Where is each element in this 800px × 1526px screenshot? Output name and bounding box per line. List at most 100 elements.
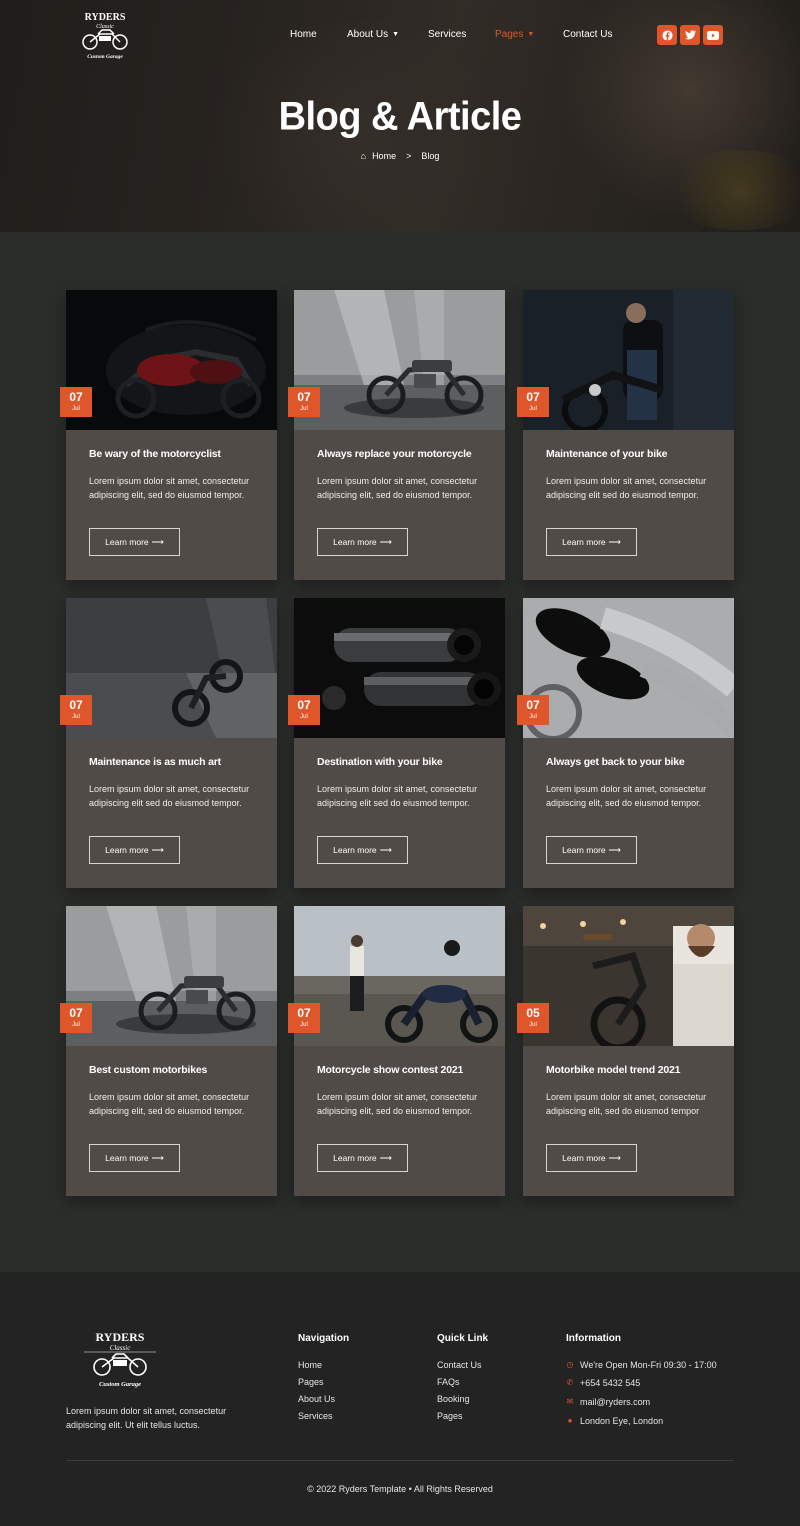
blog-card-title[interactable]: Maintenance of your bike bbox=[546, 448, 667, 460]
motorcycle-photo bbox=[523, 290, 734, 430]
footer-quick-link[interactable]: FAQs bbox=[437, 1377, 460, 1387]
logo-brand-text: RYDERS bbox=[85, 12, 126, 23]
footer-logo[interactable]: RYDERS Classic Custom Garage bbox=[78, 1328, 162, 1390]
date-month: Jul bbox=[529, 1022, 537, 1028]
arrow-right-icon: ⟶ bbox=[608, 536, 621, 547]
blog-card-image[interactable] bbox=[523, 290, 734, 430]
arrow-right-icon: ⟶ bbox=[151, 1152, 164, 1163]
date-day: 07 bbox=[69, 698, 83, 712]
motorcycle-photo bbox=[294, 598, 505, 738]
footer-quick-link-heading: Quick Link bbox=[437, 1333, 489, 1344]
date-day: 07 bbox=[526, 698, 540, 712]
arrow-right-icon: ⟶ bbox=[379, 844, 392, 855]
date-day: 05 bbox=[526, 1006, 540, 1020]
date-month: Jul bbox=[529, 714, 537, 720]
ryders-logo[interactable]: RYDERS Classic Custom Garage bbox=[72, 8, 138, 62]
motorcycle-photo bbox=[294, 290, 505, 430]
date-month: Jul bbox=[72, 714, 80, 720]
nav-pages[interactable]: Pages ▼ bbox=[495, 29, 534, 40]
blog-card-excerpt: Lorem ipsum dolor sit amet, consectetur … bbox=[89, 476, 250, 500]
footer-phone[interactable]: ✆ +654 5432 545 bbox=[566, 1378, 641, 1388]
learn-more-button[interactable]: Learn more ⟶ bbox=[317, 1144, 408, 1172]
blog-card-image[interactable] bbox=[66, 906, 277, 1046]
learn-more-button[interactable]: Learn more ⟶ bbox=[89, 836, 180, 864]
blog-card-title[interactable]: Best custom motorbikes bbox=[89, 1064, 207, 1076]
logo-tag-text: Custom Garage bbox=[87, 54, 123, 60]
learn-more-label: Learn more bbox=[562, 845, 606, 855]
date-badge: 07 Jul bbox=[288, 695, 320, 725]
nav-about-us[interactable]: About Us ▼ bbox=[347, 29, 399, 40]
learn-more-button[interactable]: Learn more ⟶ bbox=[317, 528, 408, 556]
footer-nav-link[interactable]: About Us bbox=[298, 1394, 335, 1404]
blog-card-excerpt: Lorem ipsum dolor sit amet, consectetur … bbox=[546, 784, 707, 808]
copyright-text: © 2022 Ryders Template • All Rights Rese… bbox=[307, 1484, 493, 1494]
nav-home-label: Home bbox=[290, 29, 317, 40]
date-month: Jul bbox=[72, 1022, 80, 1028]
motorcycle-photo bbox=[66, 290, 277, 430]
blog-card-excerpt: Lorem ipsum dolor sit amet, consectetur … bbox=[317, 1092, 478, 1116]
date-month: Jul bbox=[300, 1022, 308, 1028]
blog-card-title[interactable]: Destination with your bike bbox=[317, 756, 443, 768]
nav-contact-us[interactable]: Contact Us bbox=[563, 29, 612, 40]
learn-more-button[interactable]: Learn more ⟶ bbox=[89, 528, 180, 556]
footer-hours-text: We're Open Mon-Fri 09:30 - 17:00 bbox=[580, 1360, 717, 1370]
footer-quick-link[interactable]: Booking bbox=[437, 1394, 470, 1404]
blog-card-image[interactable] bbox=[294, 290, 505, 430]
blog-card-title[interactable]: Always replace your motorcycle bbox=[317, 448, 472, 460]
learn-more-label: Learn more bbox=[105, 537, 149, 547]
footer-information-heading: Information bbox=[566, 1333, 621, 1344]
date-day: 07 bbox=[69, 390, 83, 404]
footer-email-text: mail@ryders.com bbox=[580, 1397, 651, 1407]
footer-quick-link[interactable]: Pages bbox=[437, 1411, 463, 1421]
motorcycle-photo bbox=[66, 906, 277, 1046]
date-month: Jul bbox=[72, 406, 80, 412]
footer-logo-brand: RYDERS bbox=[96, 1330, 145, 1344]
date-badge: 07 Jul bbox=[288, 1003, 320, 1033]
learn-more-label: Learn more bbox=[333, 1153, 377, 1163]
chevron-down-icon: ▼ bbox=[527, 31, 535, 38]
facebook-icon[interactable] bbox=[657, 25, 677, 45]
page-title: Blog & Article bbox=[278, 94, 522, 140]
blog-card-excerpt: Lorem ipsum dolor sit amet, consectetur … bbox=[89, 784, 250, 808]
footer-nav-link[interactable]: Services bbox=[298, 1411, 333, 1421]
nav-pages-label: Pages bbox=[495, 29, 524, 40]
nav-about-label: About Us bbox=[347, 29, 389, 40]
learn-more-button[interactable]: Learn more ⟶ bbox=[546, 836, 637, 864]
date-day: 07 bbox=[297, 1006, 311, 1020]
footer-nav-link[interactable]: Pages bbox=[298, 1377, 324, 1387]
learn-more-button[interactable]: Learn more ⟶ bbox=[546, 528, 637, 556]
blog-card-image[interactable] bbox=[66, 598, 277, 738]
blog-card-image[interactable] bbox=[523, 906, 734, 1046]
blog-card-image[interactable] bbox=[66, 290, 277, 430]
learn-more-button[interactable]: Learn more ⟶ bbox=[89, 1144, 180, 1172]
footer-nav-link[interactable]: Home bbox=[298, 1360, 322, 1370]
breadcrumb: ⌂ Home > Blog bbox=[0, 151, 800, 161]
footer: RYDERS Classic Custom Garage Lorem ipsum… bbox=[0, 1272, 800, 1526]
blog-card-image[interactable] bbox=[294, 598, 505, 738]
blog-card-title[interactable]: Motorbike model trend 2021 bbox=[546, 1064, 680, 1076]
date-badge: 07 Jul bbox=[517, 387, 549, 417]
nav-services[interactable]: Services bbox=[428, 29, 466, 40]
footer-email[interactable]: ✉ mail@ryders.com bbox=[566, 1397, 651, 1407]
blog-card-title[interactable]: Maintenance is as much art bbox=[89, 756, 221, 768]
blog-card-image[interactable] bbox=[523, 598, 734, 738]
date-day: 07 bbox=[297, 698, 311, 712]
learn-more-button[interactable]: Learn more ⟶ bbox=[546, 1144, 637, 1172]
blog-card-title[interactable]: Always get back to your bike bbox=[546, 756, 685, 768]
learn-more-label: Learn more bbox=[333, 537, 377, 547]
learn-more-button[interactable]: Learn more ⟶ bbox=[317, 836, 408, 864]
learn-more-label: Learn more bbox=[105, 845, 149, 855]
youtube-icon[interactable] bbox=[703, 25, 723, 45]
learn-more-label: Learn more bbox=[562, 537, 606, 547]
twitter-icon[interactable] bbox=[680, 25, 700, 45]
clock-icon: ◷ bbox=[566, 1360, 574, 1369]
footer-quick-link[interactable]: Contact Us bbox=[437, 1360, 482, 1370]
arrow-right-icon: ⟶ bbox=[151, 536, 164, 547]
blog-card-title[interactable]: Be wary of the motorcyclist bbox=[89, 448, 221, 460]
blog-card-excerpt: Lorem ipsum dolor sit amet, consectetur … bbox=[89, 1092, 250, 1116]
blog-card: 07 Jul Always replace your motorcycle Lorem… bbox=[288, 290, 505, 580]
nav-home[interactable]: Home bbox=[290, 29, 317, 40]
blog-card-title[interactable]: Motorcycle show contest 2021 bbox=[317, 1064, 463, 1076]
blog-card-image[interactable] bbox=[294, 906, 505, 1046]
breadcrumb-home[interactable]: Home bbox=[372, 151, 396, 161]
